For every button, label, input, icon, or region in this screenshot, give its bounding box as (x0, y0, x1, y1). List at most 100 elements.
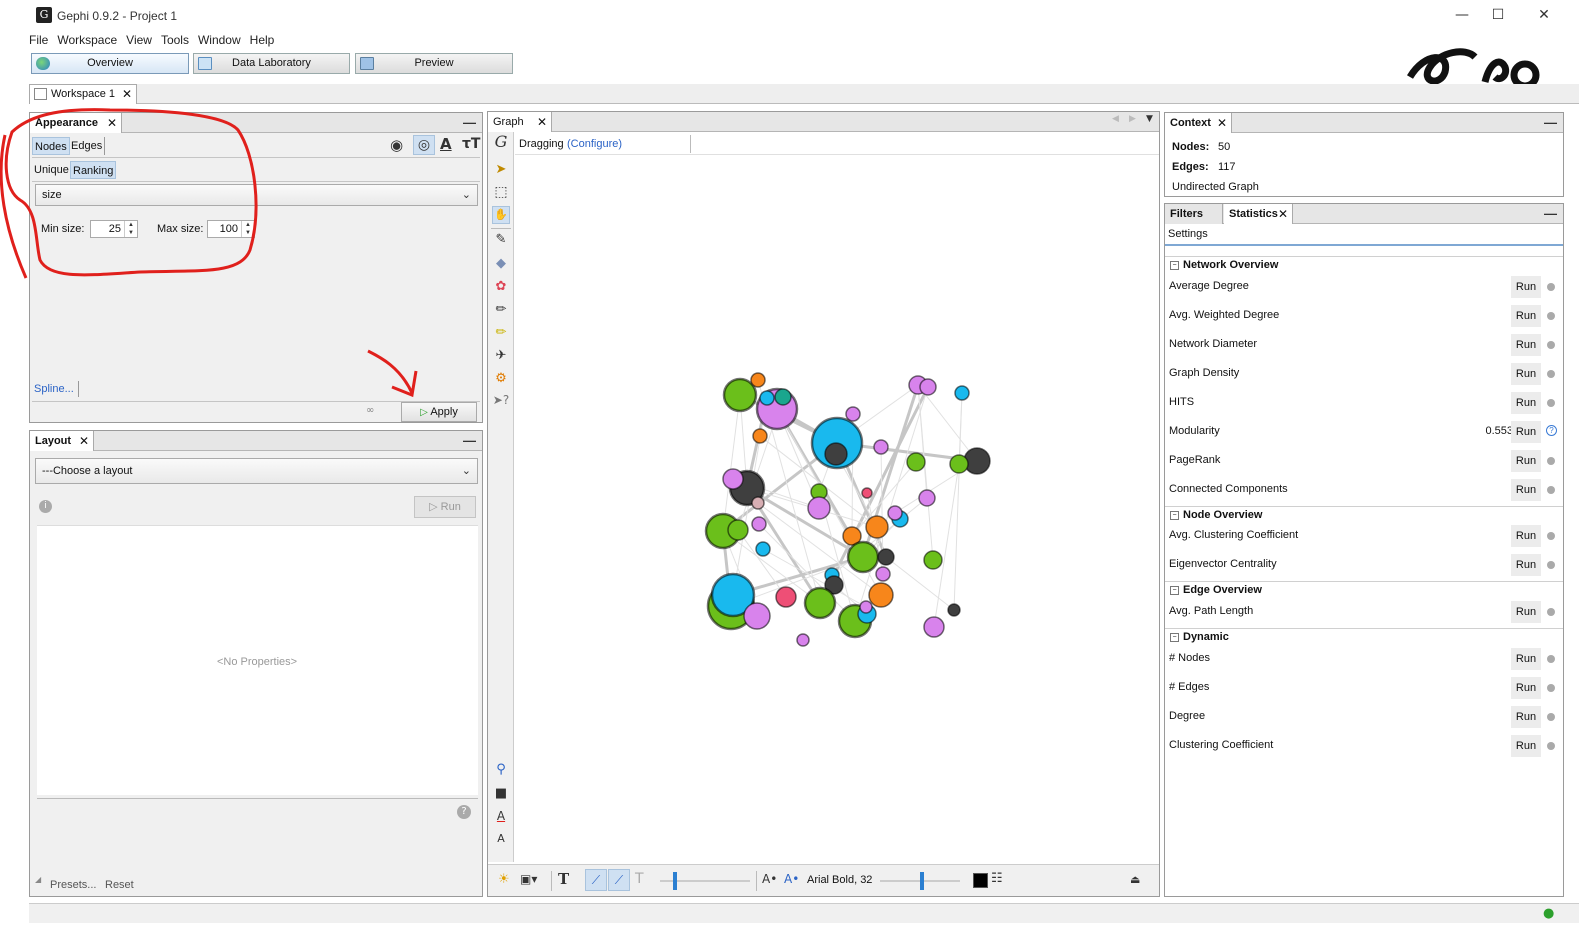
graph-node[interactable] (923, 616, 945, 638)
screenshot-icon[interactable]: ▣▾ (520, 872, 537, 886)
graph-node[interactable] (846, 540, 880, 574)
graph-node[interactable] (803, 586, 837, 620)
section-network-overview[interactable]: − Network Overview (1165, 256, 1563, 273)
graph-tab[interactable]: Graph ✕ (488, 112, 552, 132)
graph-node[interactable] (875, 566, 891, 582)
font-scale-slider-thumb[interactable] (920, 872, 924, 890)
graph-node[interactable] (877, 548, 895, 566)
statistics-tab[interactable]: Statistics ✕ (1224, 204, 1293, 224)
lightbulb-icon[interactable]: ☀ (498, 872, 510, 887)
diamond-icon[interactable]: ◆ (490, 256, 512, 271)
font-icon[interactable]: A (490, 832, 512, 845)
attributes-icon[interactable]: ☷ (991, 871, 1003, 886)
drag-hand-icon[interactable]: ✋ (492, 206, 510, 224)
close-tab-icon[interactable]: ✕ (1217, 113, 1227, 133)
run-button[interactable]: Run (1511, 276, 1541, 298)
font-color-icon[interactable]: A (490, 809, 512, 823)
graph-node[interactable] (947, 603, 961, 617)
section-edge-overview[interactable]: − Edge Overview (1165, 581, 1563, 598)
palette-icon[interactable]: ◉ (390, 136, 403, 154)
expand-icon[interactable]: ⏏ (1130, 873, 1140, 886)
graph-node[interactable] (949, 454, 969, 474)
collapse-icon[interactable]: − (1170, 586, 1179, 595)
run-button[interactable]: Run (1511, 601, 1541, 623)
update-notification-icon[interactable]: ● (1543, 906, 1554, 921)
graph-node[interactable] (919, 378, 937, 396)
run-button[interactable]: Run (1511, 706, 1541, 728)
show-labels-icon[interactable]: T (558, 870, 569, 888)
configure-link[interactable]: (Configure) (567, 138, 622, 150)
graph-node[interactable] (861, 487, 873, 499)
show-edges-icon[interactable]: ⟋ (585, 869, 607, 891)
menu-tools[interactable]: Tools (161, 31, 189, 49)
zoom-icon[interactable]: ⚲ (490, 762, 512, 777)
minimize-panel-icon[interactable]: — (463, 115, 476, 130)
graph-node[interactable] (727, 519, 749, 541)
minimize-panel-icon[interactable]: — (1544, 115, 1557, 130)
menu-workspace[interactable]: Workspace (57, 31, 117, 49)
section-node-overview[interactable]: − Node Overview (1165, 506, 1563, 523)
graph-canvas[interactable] (515, 156, 1158, 860)
graph-node[interactable] (750, 372, 766, 388)
network-graph[interactable] (515, 156, 1158, 860)
link-chain-icon[interactable]: ∞ (366, 405, 374, 416)
graph-node[interactable] (859, 600, 873, 614)
close-tab-icon[interactable]: ✕ (537, 112, 547, 132)
graph-node[interactable] (722, 468, 744, 490)
run-button[interactable]: Run (1511, 334, 1541, 356)
background-color-icon[interactable]: ■ (490, 786, 512, 801)
collapse-icon[interactable]: − (1170, 511, 1179, 520)
context-tab[interactable]: Context ✕ (1165, 113, 1232, 133)
filters-tab[interactable]: Filters (1165, 204, 1223, 224)
edge-pencil-icon[interactable]: ✏ (490, 325, 512, 340)
apply-button[interactable]: ▷ Apply (401, 402, 477, 422)
graph-node[interactable] (954, 385, 970, 401)
close-icon[interactable]: ✕ (1524, 4, 1564, 26)
spline-link[interactable]: Spline... (34, 383, 74, 395)
graph-node[interactable] (796, 633, 810, 647)
layout-select[interactable]: ---Choose a layout ⌄ (35, 458, 478, 484)
report-help-icon[interactable]: ? (1546, 425, 1557, 436)
graph-node[interactable] (865, 515, 889, 539)
menu-view[interactable]: View (126, 31, 152, 49)
graph-node[interactable] (824, 442, 848, 466)
run-button[interactable]: Run (1511, 525, 1541, 547)
settings-button[interactable]: Settings (1168, 228, 1208, 240)
collapse-icon[interactable]: − (1170, 261, 1179, 270)
menu-window[interactable]: Window (198, 31, 241, 49)
menu-help[interactable]: Help (250, 31, 275, 49)
presets-link[interactable]: Presets... (50, 879, 96, 891)
graph-node[interactable] (923, 550, 943, 570)
label-color-swatch[interactable] (973, 873, 988, 888)
graph-node[interactable] (887, 505, 903, 521)
graph-node[interactable] (755, 541, 771, 557)
scroll-left-icon[interactable]: ◀ (1112, 114, 1119, 124)
maximize-icon[interactable]: ☐ (1478, 4, 1518, 26)
layout-run-button[interactable]: ▷ Run (414, 496, 476, 518)
rectangle-select-icon[interactable]: ⬚ (490, 184, 512, 200)
overview-button[interactable]: Overview (31, 53, 189, 74)
edge-scale-slider-thumb[interactable] (673, 872, 677, 890)
graph-node[interactable] (759, 390, 775, 406)
dropdown-arrow-icon[interactable]: ▼ (1146, 114, 1153, 124)
brush-icon[interactable]: ✎ (490, 232, 512, 247)
graph-node[interactable] (774, 388, 792, 406)
pointer-help-icon[interactable]: ➤? (490, 393, 512, 407)
graph-node[interactable] (906, 452, 926, 472)
graph-node[interactable] (722, 377, 758, 413)
color-wheel-icon[interactable]: ✿ (490, 279, 512, 294)
airplane-icon[interactable]: ✈ (490, 348, 512, 363)
run-button[interactable]: Run (1511, 479, 1541, 501)
font-color-bottom-icon[interactable]: A• (784, 872, 799, 886)
run-button[interactable]: Run (1511, 677, 1541, 699)
scroll-right-icon[interactable]: ▶ (1129, 114, 1136, 124)
graph-node[interactable] (845, 406, 861, 422)
graph-node[interactable] (743, 602, 771, 630)
help-icon[interactable]: ? (457, 805, 471, 819)
close-tab-icon[interactable]: ✕ (1278, 204, 1288, 224)
graph-node[interactable] (752, 428, 768, 444)
run-button[interactable]: Run (1511, 450, 1541, 472)
graph-node[interactable] (807, 496, 831, 520)
section-dynamic[interactable]: − Dynamic (1165, 628, 1563, 645)
minimize-panel-icon[interactable]: — (463, 433, 476, 448)
